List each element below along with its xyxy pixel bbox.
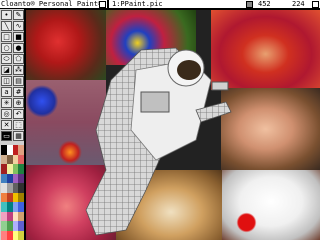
pick-color-tool[interactable]: ⬚	[13, 120, 24, 130]
app-title: Cloanto® Personal Paint®	[1, 0, 103, 8]
astronaut-image	[85, 47, 232, 236]
screen-title-bar[interactable]: Cloanto® Personal Paint® 1:PPaint.pic 45…	[0, 0, 320, 9]
brush-select-tool[interactable]: ◫	[1, 76, 12, 86]
palette-swatch[interactable]	[18, 221, 24, 231]
paint-canvas[interactable]	[26, 10, 320, 240]
screen-to-front-gadget[interactable]	[312, 1, 319, 8]
freehand-tool[interactable]: ✎	[13, 10, 24, 20]
ellipse-tool[interactable]: ⬭	[1, 54, 12, 64]
magnify-tool[interactable]: ⊕	[13, 98, 24, 108]
dot-brush-tool[interactable]: •	[1, 10, 12, 20]
circle-tool[interactable]: ○	[1, 43, 12, 53]
gradient-tool[interactable]: ▤	[13, 76, 24, 86]
stencil-tool[interactable]: ▦	[13, 131, 24, 141]
cursor-y-readout: 224	[292, 0, 305, 8]
rectangle-tool[interactable]: □	[1, 32, 12, 42]
palette-swatch[interactable]	[18, 173, 24, 183]
grid-tool[interactable]: #	[13, 87, 24, 97]
filled-circle-tool[interactable]: ●	[13, 43, 24, 53]
symmetry-tool[interactable]: ✳	[1, 98, 12, 108]
title-divider	[107, 0, 109, 8]
clear-tool[interactable]: ✕	[1, 120, 12, 130]
palette-swatch[interactable]	[18, 230, 24, 240]
polygon-tool[interactable]: ⬠	[13, 54, 24, 64]
palette-swatch[interactable]	[18, 164, 24, 174]
palette-swatch[interactable]	[18, 183, 24, 193]
palette-swatch[interactable]	[18, 145, 24, 155]
palette-swatch[interactable]	[18, 202, 24, 212]
curve-tool[interactable]: ∿	[13, 21, 24, 31]
zoom-tool[interactable]: ◎	[1, 109, 12, 119]
palette-swatch[interactable]	[18, 211, 24, 221]
fill-tool[interactable]: ◪	[1, 65, 12, 75]
filled-rectangle-tool[interactable]: ■	[13, 32, 24, 42]
palette-swatch[interactable]	[18, 192, 24, 202]
airbrush-tool[interactable]: ⁂	[13, 65, 24, 75]
line-tool[interactable]: ╲	[1, 21, 12, 31]
window-close-gadget[interactable]	[99, 1, 106, 8]
cursor-x-readout: 452	[258, 0, 271, 8]
depth-gadget-icon[interactable]	[246, 1, 253, 8]
document-title: 1:PPaint.pic	[112, 0, 163, 8]
toolbox-panel: • ✎ ╲ ∿ □ ■ ○ ● ⬭ ⬠ ◪ ⁂ ◫ ▤ a # ✳ ⊕ ◎ ↶ ✕ ⬚ ▭ ▦	[0, 9, 25, 240]
text-tool[interactable]: a	[1, 87, 12, 97]
color-palette	[1, 145, 24, 240]
undo-tool[interactable]: ↶	[13, 109, 24, 119]
screen-tool[interactable]: ▭	[1, 131, 12, 141]
palette-swatch[interactable]	[18, 154, 24, 164]
tool-grid: • ✎ ╲ ∿ □ ■ ○ ● ⬭ ⬠ ◪ ⁂ ◫ ▤ a # ✳ ⊕ ◎ ↶ ✕ ⬚ ▭ ▦	[1, 10, 24, 141]
